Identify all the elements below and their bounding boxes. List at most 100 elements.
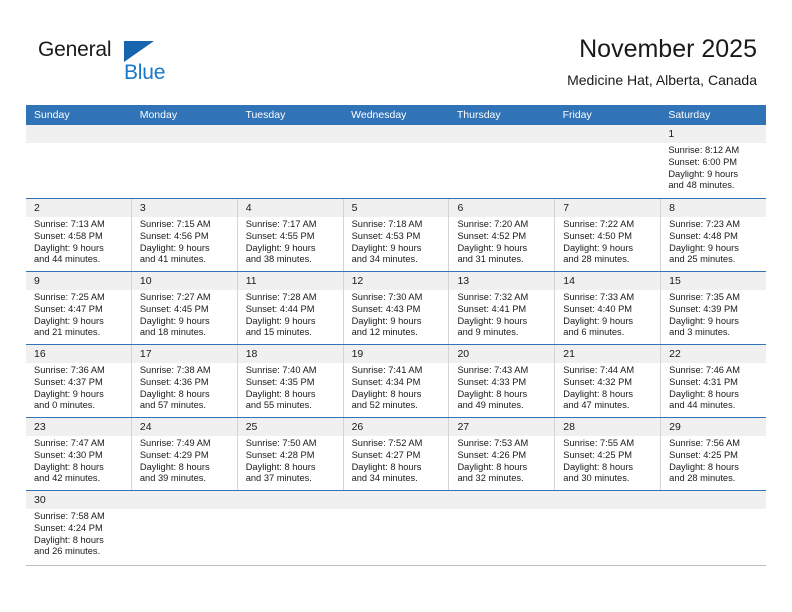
calendar-day-cell[interactable]: 4 Sunrise: 7:17 AM Sunset: 4:55 PM Daylight…	[236, 199, 343, 271]
calendar-day-cell[interactable]: 3 Sunrise: 7:15 AM Sunset: 4:56 PM Daylight…	[130, 199, 237, 271]
day-details: Sunrise: 7:18 AM Sunset: 4:53 PM Daylight:…	[344, 217, 449, 266]
calendar-day-cell[interactable]: 30 Sunrise: 7:58 AM Sunset: 4:24 PM Dayligh…	[26, 491, 132, 565]
calendar-day-cell[interactable]: 29 Sunrise: 7:56 AM Sunset: 4:25 PM Dayligh…	[660, 418, 767, 490]
daylight-text-line1: Daylight: 9 hours	[139, 315, 210, 326]
sunset-text: Sunset: 4:35 PM	[245, 376, 315, 387]
calendar-week-row: 23 Sunrise: 7:47 AM Sunset: 4:30 PM Dayligh…	[26, 417, 767, 490]
calendar-day-cell-empty	[343, 491, 449, 565]
day-number: 5	[343, 199, 449, 217]
day-number: 18	[237, 345, 343, 363]
day-details: Sunrise: 7:36 AM Sunset: 4:37 PM Daylight:…	[26, 363, 131, 412]
calendar-day-cell[interactable]: 2 Sunrise: 7:13 AM Sunset: 4:58 PM Daylight…	[26, 199, 131, 271]
calendar-day-cell-empty	[131, 491, 238, 565]
logo-triangle-icon	[124, 41, 154, 62]
sunrise-text: Sunrise: 7:36 AM	[34, 365, 105, 375]
sunset-text: Sunset: 4:24 PM	[34, 522, 103, 533]
sunset-text: Sunset: 4:52 PM	[457, 230, 527, 241]
calendar-day-cell[interactable]: 7 Sunrise: 7:22 AM Sunset: 4:50 PM Daylight…	[554, 199, 661, 271]
day-details: Sunrise: 7:33 AM Sunset: 4:40 PM Daylight:…	[555, 290, 660, 339]
calendar-day-cell[interactable]: 23 Sunrise: 7:47 AM Sunset: 4:30 PM Dayligh…	[26, 418, 131, 490]
daylight-text-line1: Daylight: 9 hours	[351, 242, 422, 253]
day-number	[343, 125, 449, 143]
sunset-text: Sunset: 4:44 PM	[245, 303, 315, 314]
daylight-text-line2: and 9 minutes.	[457, 327, 519, 338]
calendar-day-cell[interactable]: 5 Sunrise: 7:18 AM Sunset: 4:53 PM Daylight…	[342, 199, 449, 271]
day-number: 23	[26, 418, 131, 436]
calendar-day-cell[interactable]: 12 Sunrise: 7:30 AM Sunset: 4:43 PM Dayligh…	[342, 272, 449, 344]
sunrise-text: Sunrise: 7:27 AM	[139, 292, 211, 302]
calendar-day-cell[interactable]: 19 Sunrise: 7:41 AM Sunset: 4:34 PM Dayligh…	[342, 345, 449, 417]
daylight-text-line1: Daylight: 8 hours	[245, 388, 316, 399]
daylight-text-line1: Daylight: 9 hours	[563, 315, 634, 326]
daylight-text-line2: and 0 minutes.	[34, 400, 95, 411]
calendar-day-cell[interactable]: 17 Sunrise: 7:38 AM Sunset: 4:36 PM Dayligh…	[130, 345, 237, 417]
day-details: Sunrise: 7:25 AM Sunset: 4:47 PM Daylight:…	[26, 290, 131, 339]
sunset-text: Sunset: 4:25 PM	[669, 449, 738, 460]
sunrise-text: Sunrise: 7:43 AM	[457, 365, 529, 375]
sunrise-text: Sunrise: 7:41 AM	[351, 365, 423, 375]
calendar-day-cell[interactable]: 16 Sunrise: 7:36 AM Sunset: 4:37 PM Dayligh…	[26, 345, 131, 417]
daylight-text-line2: and 30 minutes.	[563, 473, 630, 484]
calendar-day-cell[interactable]: 24 Sunrise: 7:49 AM Sunset: 4:29 PM Dayligh…	[130, 418, 237, 490]
daylight-text-line1: Daylight: 9 hours	[563, 242, 634, 253]
calendar-day-cell[interactable]: 1 Sunrise: 8:12 AM Sunset: 6:00 PM Daylight…	[660, 125, 767, 198]
daylight-text-line1: Daylight: 9 hours	[668, 168, 739, 179]
day-details: Sunrise: 7:58 AM Sunset: 4:24 PM Daylight:…	[26, 509, 132, 558]
sunset-text: Sunset: 4:55 PM	[245, 230, 315, 241]
daylight-text-line1: Daylight: 8 hours	[351, 461, 422, 472]
weekday-thursday: Thursday	[456, 109, 501, 121]
sunset-text: Sunset: 4:37 PM	[34, 376, 103, 387]
calendar-day-cell[interactable]: 25 Sunrise: 7:50 AM Sunset: 4:28 PM Dayligh…	[236, 418, 343, 490]
calendar-day-cell[interactable]: 13 Sunrise: 7:32 AM Sunset: 4:41 PM Dayligh…	[448, 272, 555, 344]
calendar-day-cell[interactable]: 14 Sunrise: 7:33 AM Sunset: 4:40 PM Dayligh…	[554, 272, 661, 344]
calendar-week-row: 2 Sunrise: 7:13 AM Sunset: 4:58 PM Daylight…	[26, 198, 767, 271]
day-number: 7	[555, 199, 661, 217]
sunset-text: Sunset: 4:25 PM	[563, 449, 633, 460]
calendar-day-cell[interactable]: 15 Sunrise: 7:35 AM Sunset: 4:39 PM Dayligh…	[660, 272, 767, 344]
calendar-day-cell-empty	[554, 125, 661, 198]
calendar-day-cell[interactable]: 28 Sunrise: 7:55 AM Sunset: 4:25 PM Dayligh…	[554, 418, 661, 490]
day-details: Sunrise: 7:40 AM Sunset: 4:35 PM Daylight:…	[238, 363, 343, 412]
day-number: 9	[26, 272, 131, 290]
daylight-text-line1: Daylight: 8 hours	[139, 388, 210, 399]
day-details: Sunrise: 7:41 AM Sunset: 4:34 PM Daylight:…	[344, 363, 449, 412]
sunset-text: Sunset: 4:29 PM	[139, 449, 209, 460]
day-details: Sunrise: 7:43 AM Sunset: 4:33 PM Daylight:…	[449, 363, 554, 412]
sunset-text: Sunset: 4:26 PM	[457, 449, 527, 460]
logo-text-blue: Blue	[124, 61, 166, 84]
calendar-day-cell[interactable]: 9 Sunrise: 7:25 AM Sunset: 4:47 PM Daylight…	[26, 272, 131, 344]
calendar-weeks: 1 Sunrise: 8:12 AM Sunset: 6:00 PM Daylight…	[26, 125, 767, 566]
day-number: 30	[26, 491, 132, 509]
day-details: Sunrise: 7:30 AM Sunset: 4:43 PM Daylight:…	[344, 290, 449, 339]
day-details: Sunrise: 7:13 AM Sunset: 4:58 PM Daylight:…	[26, 217, 131, 266]
daylight-text-line2: and 55 minutes.	[245, 400, 312, 411]
calendar-day-cell[interactable]: 22 Sunrise: 7:46 AM Sunset: 4:31 PM Dayligh…	[660, 345, 767, 417]
calendar-day-cell-empty	[343, 125, 449, 198]
daylight-text-line1: Daylight: 8 hours	[139, 461, 210, 472]
sunrise-text: Sunrise: 7:25 AM	[34, 292, 105, 302]
sunset-text: Sunset: 4:48 PM	[669, 230, 738, 241]
page-header: General Blue November 2025 Medicine Hat,…	[0, 0, 792, 100]
calendar-day-cell[interactable]: 20 Sunrise: 7:43 AM Sunset: 4:33 PM Dayligh…	[448, 345, 555, 417]
sunset-text: Sunset: 4:47 PM	[34, 303, 103, 314]
calendar-day-cell[interactable]: 8 Sunrise: 7:23 AM Sunset: 4:48 PM Daylight…	[660, 199, 767, 271]
calendar-day-cell[interactable]: 27 Sunrise: 7:53 AM Sunset: 4:26 PM Dayligh…	[448, 418, 555, 490]
day-number	[237, 125, 344, 143]
calendar-day-cell[interactable]: 10 Sunrise: 7:27 AM Sunset: 4:45 PM Dayligh…	[130, 272, 237, 344]
calendar-day-cell[interactable]: 21 Sunrise: 7:44 AM Sunset: 4:32 PM Dayligh…	[554, 345, 661, 417]
calendar-grid: Sunday Monday Tuesday Wednesday Thursday…	[26, 105, 767, 566]
calendar-day-cell[interactable]: 26 Sunrise: 7:52 AM Sunset: 4:27 PM Dayligh…	[342, 418, 449, 490]
calendar-day-cell[interactable]: 6 Sunrise: 7:20 AM Sunset: 4:52 PM Daylight…	[448, 199, 555, 271]
day-number	[343, 491, 449, 509]
daylight-text-line1: Daylight: 8 hours	[351, 388, 422, 399]
sunset-text: Sunset: 4:27 PM	[351, 449, 421, 460]
day-number: 27	[449, 418, 555, 436]
day-details: Sunrise: 7:22 AM Sunset: 4:50 PM Daylight:…	[555, 217, 660, 266]
day-details: Sunrise: 7:35 AM Sunset: 4:39 PM Daylight:…	[661, 290, 766, 339]
daylight-text-line2: and 3 minutes.	[669, 327, 731, 338]
calendar-day-cell[interactable]: 18 Sunrise: 7:40 AM Sunset: 4:35 PM Dayligh…	[236, 345, 343, 417]
day-number: 24	[131, 418, 237, 436]
day-details: Sunrise: 7:38 AM Sunset: 4:36 PM Daylight:…	[132, 363, 237, 412]
calendar-day-cell[interactable]: 11 Sunrise: 7:28 AM Sunset: 4:44 PM Dayligh…	[236, 272, 343, 344]
day-number: 28	[555, 418, 661, 436]
